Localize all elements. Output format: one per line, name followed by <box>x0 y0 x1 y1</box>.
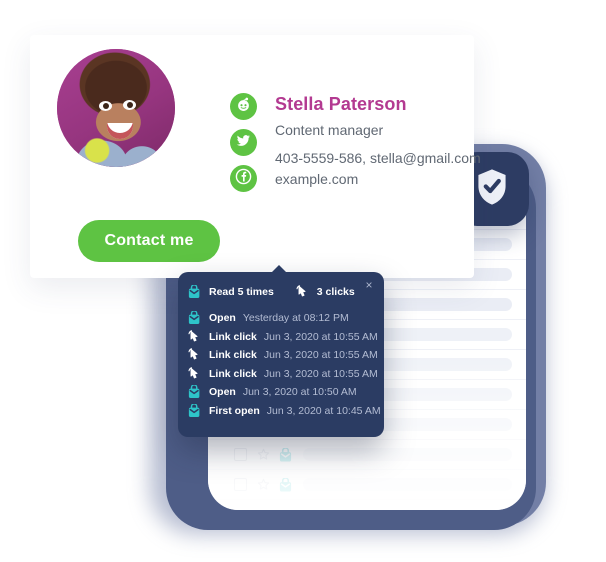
tooltip-event-timestamp: Jun 3, 2020 at 10:55 AM <box>263 367 378 380</box>
tooltip-event-row: First open Jun 3, 2020 at 10:45 AM <box>188 402 384 421</box>
opened-envelope-icon <box>188 311 201 325</box>
email-tracking-tooltip: × Read 5 times 3 clicks Open Yesterday a… <box>178 265 384 437</box>
social-link-reddit[interactable] <box>230 93 257 120</box>
tooltip-event-timestamp: Jun 3, 2020 at 10:55 AM <box>263 349 378 362</box>
profile-name: Stella Paterson <box>275 94 407 114</box>
checkbox-icon[interactable] <box>234 448 247 461</box>
tooltip-event-row: Link click Jun 3, 2020 at 10:55 AM <box>188 328 384 347</box>
tooltip-event-label: Link click <box>209 330 257 343</box>
social-link-twitter[interactable] <box>230 129 257 156</box>
tooltip-event-label: Link click <box>209 349 257 362</box>
tooltip-event-label: Open <box>209 312 236 325</box>
tooltip-summary: Read 5 times 3 clicks <box>178 272 384 299</box>
tracked-envelope-icon[interactable] <box>279 446 292 462</box>
mail-subject-placeholder <box>303 478 512 491</box>
opened-envelope-icon <box>188 285 201 299</box>
facebook-icon <box>235 168 252 190</box>
profile-contact-line-2: example.com <box>275 170 359 187</box>
mail-row[interactable] <box>208 440 526 470</box>
checkbox-icon[interactable] <box>234 478 247 491</box>
opened-envelope-icon <box>188 385 201 399</box>
tooltip-event-row: Link click Jun 3, 2020 at 10:55 AM <box>188 346 384 365</box>
tooltip-event-label: Open <box>209 386 236 399</box>
tooltip-read-count: Read 5 times <box>188 285 274 299</box>
profile-card: Stella Paterson Content manager 403-5559… <box>30 35 481 278</box>
tooltip-event-timestamp: Yesterday at 08:12 PM <box>242 312 349 325</box>
tooltip-event-row: Link click Jun 3, 2020 at 10:55 AM <box>188 365 384 384</box>
opened-envelope-icon <box>188 403 201 418</box>
tooltip-event-row: Open Jun 3, 2020 at 10:50 AM <box>188 383 384 402</box>
tooltip-event-timestamp: Jun 3, 2020 at 10:45 AM <box>266 404 381 417</box>
social-link-facebook[interactable] <box>230 165 257 192</box>
cursor-click-icon <box>296 285 309 299</box>
contact-me-button[interactable]: Contact me <box>78 220 220 262</box>
profile-role: Content manager <box>275 121 384 138</box>
illustration-stage: Stella Paterson Content manager 403-5559… <box>0 0 606 562</box>
profile-contact-line-1: 403-5559-586, stella@gmail.com <box>275 149 481 166</box>
twitter-icon <box>235 132 252 154</box>
tooltip-event-label: First open <box>209 404 260 417</box>
mail-subject-placeholder <box>303 448 512 461</box>
star-icon[interactable] <box>257 448 270 461</box>
star-icon[interactable] <box>257 478 270 491</box>
tooltip-read-count-label: Read 5 times <box>209 286 274 298</box>
mail-row[interactable] <box>208 470 526 500</box>
tooltip-event-row: Open Yesterday at 08:12 PM <box>188 309 384 328</box>
cursor-click-icon <box>188 366 201 381</box>
avatar-eye-left <box>99 101 112 111</box>
cursor-click-icon <box>188 329 201 344</box>
cursor-click-icon <box>188 348 201 362</box>
tooltip-event-timestamp: Jun 3, 2020 at 10:50 AM <box>242 386 357 399</box>
tracked-envelope-icon[interactable] <box>279 476 292 492</box>
tooltip-click-count-label: 3 clicks <box>316 286 355 298</box>
reddit-icon <box>235 96 252 118</box>
avatar-photo <box>57 49 175 167</box>
tooltip-event-label: Link click <box>209 367 257 380</box>
close-icon[interactable]: × <box>362 278 376 292</box>
tooltip-click-count: 3 clicks <box>296 285 355 299</box>
tooltip-event-list: Open Yesterday at 08:12 PM Link click Jun … <box>178 309 384 420</box>
avatar-eye-right <box>123 100 136 110</box>
profile-info: Stella Paterson Content manager 403-5559… <box>275 94 490 190</box>
social-links <box>230 93 257 201</box>
avatar <box>57 49 175 167</box>
tooltip-event-timestamp: Jun 3, 2020 at 10:55 AM <box>263 330 378 343</box>
